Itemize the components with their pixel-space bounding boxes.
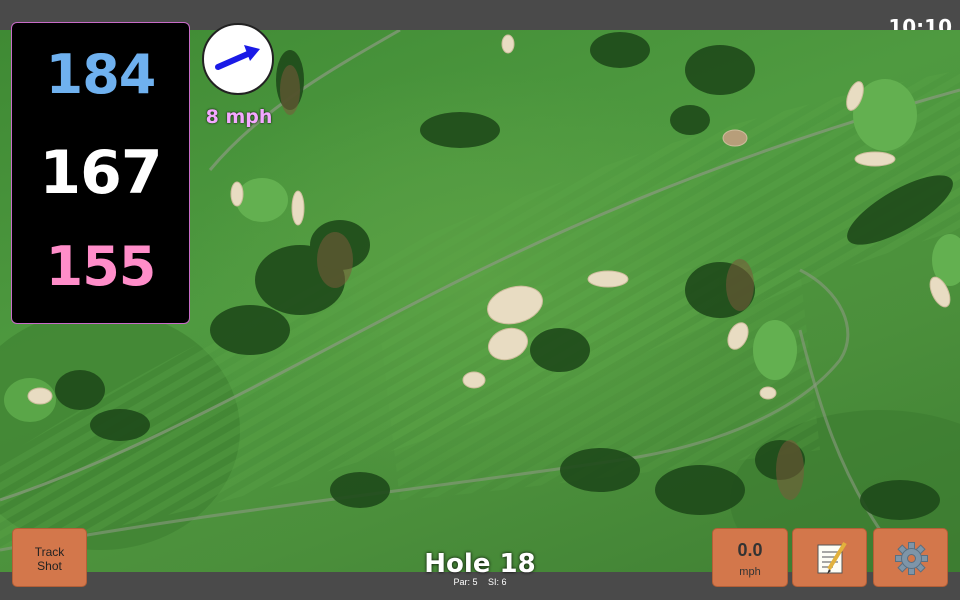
speed-unit: mph: [739, 566, 761, 578]
track-shot-label-line1: Track: [34, 545, 65, 559]
wind-speed-label: 8 mph: [205, 106, 273, 128]
track-shot-label-line2: Shot: [37, 559, 62, 573]
hole-si: SI: 6: [488, 577, 507, 587]
hole-par: Par: 5: [453, 577, 478, 587]
distance-front: 155: [45, 235, 157, 298]
wind-indicator[interactable]: [202, 23, 274, 95]
distance-middle: 167: [39, 138, 162, 208]
speed-value: 0.0: [737, 540, 763, 560]
distance-back: 184: [45, 43, 157, 106]
track-shot-button[interactable]: Track Shot: [12, 528, 87, 587]
arrow-icon: [215, 45, 260, 70]
speed-button[interactable]: 0.0 mph: [712, 528, 788, 587]
hole-info: Par: 5 SI: 6: [380, 577, 580, 587]
memo-icon: [817, 541, 847, 574]
hole-title: Hole 18: [424, 549, 536, 579]
gear-icon: [895, 542, 928, 575]
notes-button[interactable]: [792, 528, 867, 587]
distance-panel[interactable]: 184 167 155: [11, 22, 190, 324]
settings-button[interactable]: [873, 528, 948, 587]
